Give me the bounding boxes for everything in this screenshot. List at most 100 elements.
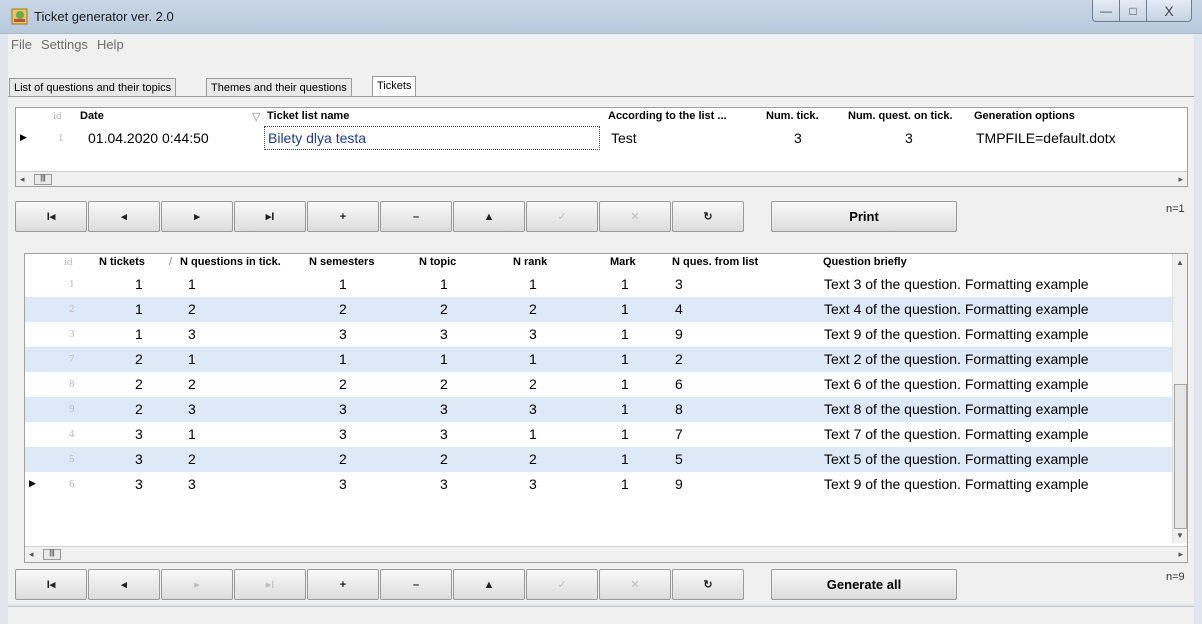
cell-question-briefly[interactable]: Text 2 of the question. Formatting examp…: [824, 351, 1089, 367]
cell-n-questions[interactable]: 2: [188, 376, 196, 392]
cell-mark[interactable]: 1: [621, 476, 629, 492]
maximize-button[interactable]: □: [1119, 0, 1147, 22]
cell-n-tickets[interactable]: 1: [135, 276, 143, 292]
cell-n-questions[interactable]: 1: [188, 426, 196, 442]
cell-mark[interactable]: 1: [621, 451, 629, 467]
cell-n-semesters[interactable]: 2: [339, 376, 347, 392]
cell-n-questions[interactable]: 1: [188, 276, 196, 292]
col-mark[interactable]: Mark: [610, 256, 636, 268]
next-record-button[interactable]: ▸: [161, 201, 233, 232]
cell-n-topic[interactable]: 1: [440, 276, 448, 292]
col-ticket-list-name[interactable]: Ticket list name: [267, 110, 349, 122]
cell-num-tick[interactable]: 3: [794, 130, 802, 146]
refresh-button[interactable]: ↻: [672, 201, 744, 232]
cell-n-ques-from-list[interactable]: 7: [675, 426, 683, 442]
col-n-questions[interactable]: N questions in tick.: [180, 256, 281, 268]
cell-mark[interactable]: 1: [621, 401, 629, 417]
col-generation-options[interactable]: Generation options: [974, 110, 1075, 122]
cancel-record-button[interactable]: ✕: [599, 201, 671, 232]
last-record-button[interactable]: ▸I: [234, 201, 306, 232]
cell-question-briefly[interactable]: Text 7 of the question. Formatting examp…: [824, 426, 1089, 442]
col-n-ques-from-list[interactable]: N ques. from list: [672, 256, 758, 268]
cell-n-questions[interactable]: 1: [188, 351, 196, 367]
table-row[interactable]: 8 2 2 2 2 2 1 6 Text 6 of the question. Formatti…: [25, 372, 1172, 397]
cell-mark[interactable]: 1: [621, 376, 629, 392]
prior-record-button[interactable]: ◂: [88, 569, 160, 600]
cell-n-rank[interactable]: 2: [529, 376, 537, 392]
cell-n-ques-from-list[interactable]: 3: [675, 276, 683, 292]
cell-n-questions[interactable]: 2: [188, 451, 196, 467]
col-n-rank[interactable]: N rank: [513, 256, 547, 268]
cell-n-ques-from-list[interactable]: 9: [675, 326, 683, 342]
cell-n-semesters[interactable]: 3: [339, 401, 347, 417]
cell-n-questions[interactable]: 3: [188, 476, 196, 492]
cell-n-rank[interactable]: 2: [529, 301, 537, 317]
cell-n-tickets[interactable]: 1: [135, 301, 143, 317]
cell-n-topic[interactable]: 2: [440, 301, 448, 317]
menu-help[interactable]: Help: [97, 37, 124, 52]
cell-n-ques-from-list[interactable]: 2: [675, 351, 683, 367]
tab-questions-topics[interactable]: List of questions and their topics: [9, 78, 177, 98]
cell-n-ques-from-list[interactable]: 8: [675, 401, 683, 417]
cell-question-briefly[interactable]: Text 6 of the question. Formatting examp…: [824, 376, 1089, 392]
prior-record-button[interactable]: ◂: [88, 201, 160, 232]
table-row[interactable]: 1 1 1 1 1 1 1 3 Text 3 of the question. Formatti…: [25, 272, 1172, 297]
cell-mark[interactable]: 1: [621, 351, 629, 367]
col-question-briefly[interactable]: Question briefly: [823, 256, 907, 268]
cell-n-questions[interactable]: 3: [188, 326, 196, 342]
table-row[interactable]: 5 3 2 2 2 2 1 5 Text 5 of the question. Formatti…: [25, 447, 1172, 472]
table-row[interactable]: ▶ 6 3 3 3 3 3 1 9 Text 9 of the question. Formatt…: [25, 472, 1172, 497]
delete-record-button[interactable]: –: [380, 569, 452, 600]
cell-n-ques-from-list[interactable]: 6: [675, 376, 683, 392]
scroll-thumb[interactable]: [1174, 384, 1187, 529]
edit-record-button[interactable]: ▲: [453, 201, 525, 232]
cell-question-briefly[interactable]: Text 4 of the question. Formatting examp…: [824, 301, 1089, 317]
cell-generation-options[interactable]: TMPFILE=default.dotx: [976, 130, 1116, 146]
col-n-topic[interactable]: N topic: [419, 256, 456, 268]
scroll-thumb[interactable]: |||: [34, 174, 52, 185]
cell-n-rank[interactable]: 3: [529, 476, 537, 492]
cell-num-quest[interactable]: 3: [905, 130, 913, 146]
menu-settings[interactable]: Settings: [41, 37, 88, 52]
cell-question-briefly[interactable]: Text 9 of the question. Formatting examp…: [824, 326, 1089, 342]
scroll-thumb[interactable]: |||: [43, 549, 61, 560]
cell-n-ques-from-list[interactable]: 5: [675, 451, 683, 467]
cell-n-semesters[interactable]: 1: [339, 351, 347, 367]
col-num-tick[interactable]: Num. tick.: [766, 110, 819, 122]
cell-n-semesters[interactable]: 2: [339, 301, 347, 317]
cell-question-briefly[interactable]: Text 8 of the question. Formatting examp…: [824, 401, 1089, 417]
cell-n-tickets[interactable]: 3: [135, 426, 143, 442]
generate-all-button[interactable]: Generate all: [771, 569, 957, 600]
tab-themes-questions[interactable]: Themes and their questions: [206, 78, 352, 98]
insert-record-button[interactable]: +: [307, 201, 379, 232]
cancel-record-button[interactable]: ✕: [599, 569, 671, 600]
cell-according-to-list[interactable]: Test: [611, 130, 637, 146]
cell-n-tickets[interactable]: 2: [135, 401, 143, 417]
cell-question-briefly[interactable]: Text 5 of the question. Formatting examp…: [824, 451, 1089, 467]
cell-ticket-list-name[interactable]: Bilety dlya testa: [264, 126, 600, 150]
cell-n-topic[interactable]: 2: [440, 451, 448, 467]
cell-n-topic[interactable]: 3: [440, 476, 448, 492]
col-num-quest[interactable]: Num. quest. on tick.: [848, 110, 953, 122]
table-row[interactable]: ▶ 1 01.04.2020 0:44:50 Bilety dlya testa…: [16, 126, 1187, 151]
col-n-tickets[interactable]: N tickets: [99, 256, 145, 268]
col-according-to-list[interactable]: According to the list ...: [608, 110, 727, 122]
cell-date[interactable]: 01.04.2020 0:44:50: [88, 130, 209, 146]
cell-mark[interactable]: 1: [621, 426, 629, 442]
horizontal-scrollbar[interactable]: ◂ ||| ▸: [25, 546, 1187, 562]
refresh-button[interactable]: ↻: [672, 569, 744, 600]
cell-n-semesters[interactable]: 3: [339, 476, 347, 492]
edit-record-button[interactable]: ▲: [453, 569, 525, 600]
horizontal-scrollbar[interactable]: ◂ ||| ▸: [16, 171, 1187, 186]
scroll-right-icon[interactable]: ▸: [1178, 549, 1183, 560]
cell-n-rank[interactable]: 1: [529, 276, 537, 292]
cell-n-topic[interactable]: 1: [440, 351, 448, 367]
print-button[interactable]: Print: [771, 201, 957, 232]
cell-n-questions[interactable]: 3: [188, 401, 196, 417]
next-record-button[interactable]: ▸: [161, 569, 233, 600]
table-row[interactable]: 7 2 1 1 1 1 1 2 Text 2 of the question. Formatti…: [25, 347, 1172, 372]
cell-n-semesters[interactable]: 2: [339, 451, 347, 467]
col-id[interactable]: id: [53, 110, 62, 122]
cell-mark[interactable]: 1: [621, 326, 629, 342]
insert-record-button[interactable]: +: [307, 569, 379, 600]
